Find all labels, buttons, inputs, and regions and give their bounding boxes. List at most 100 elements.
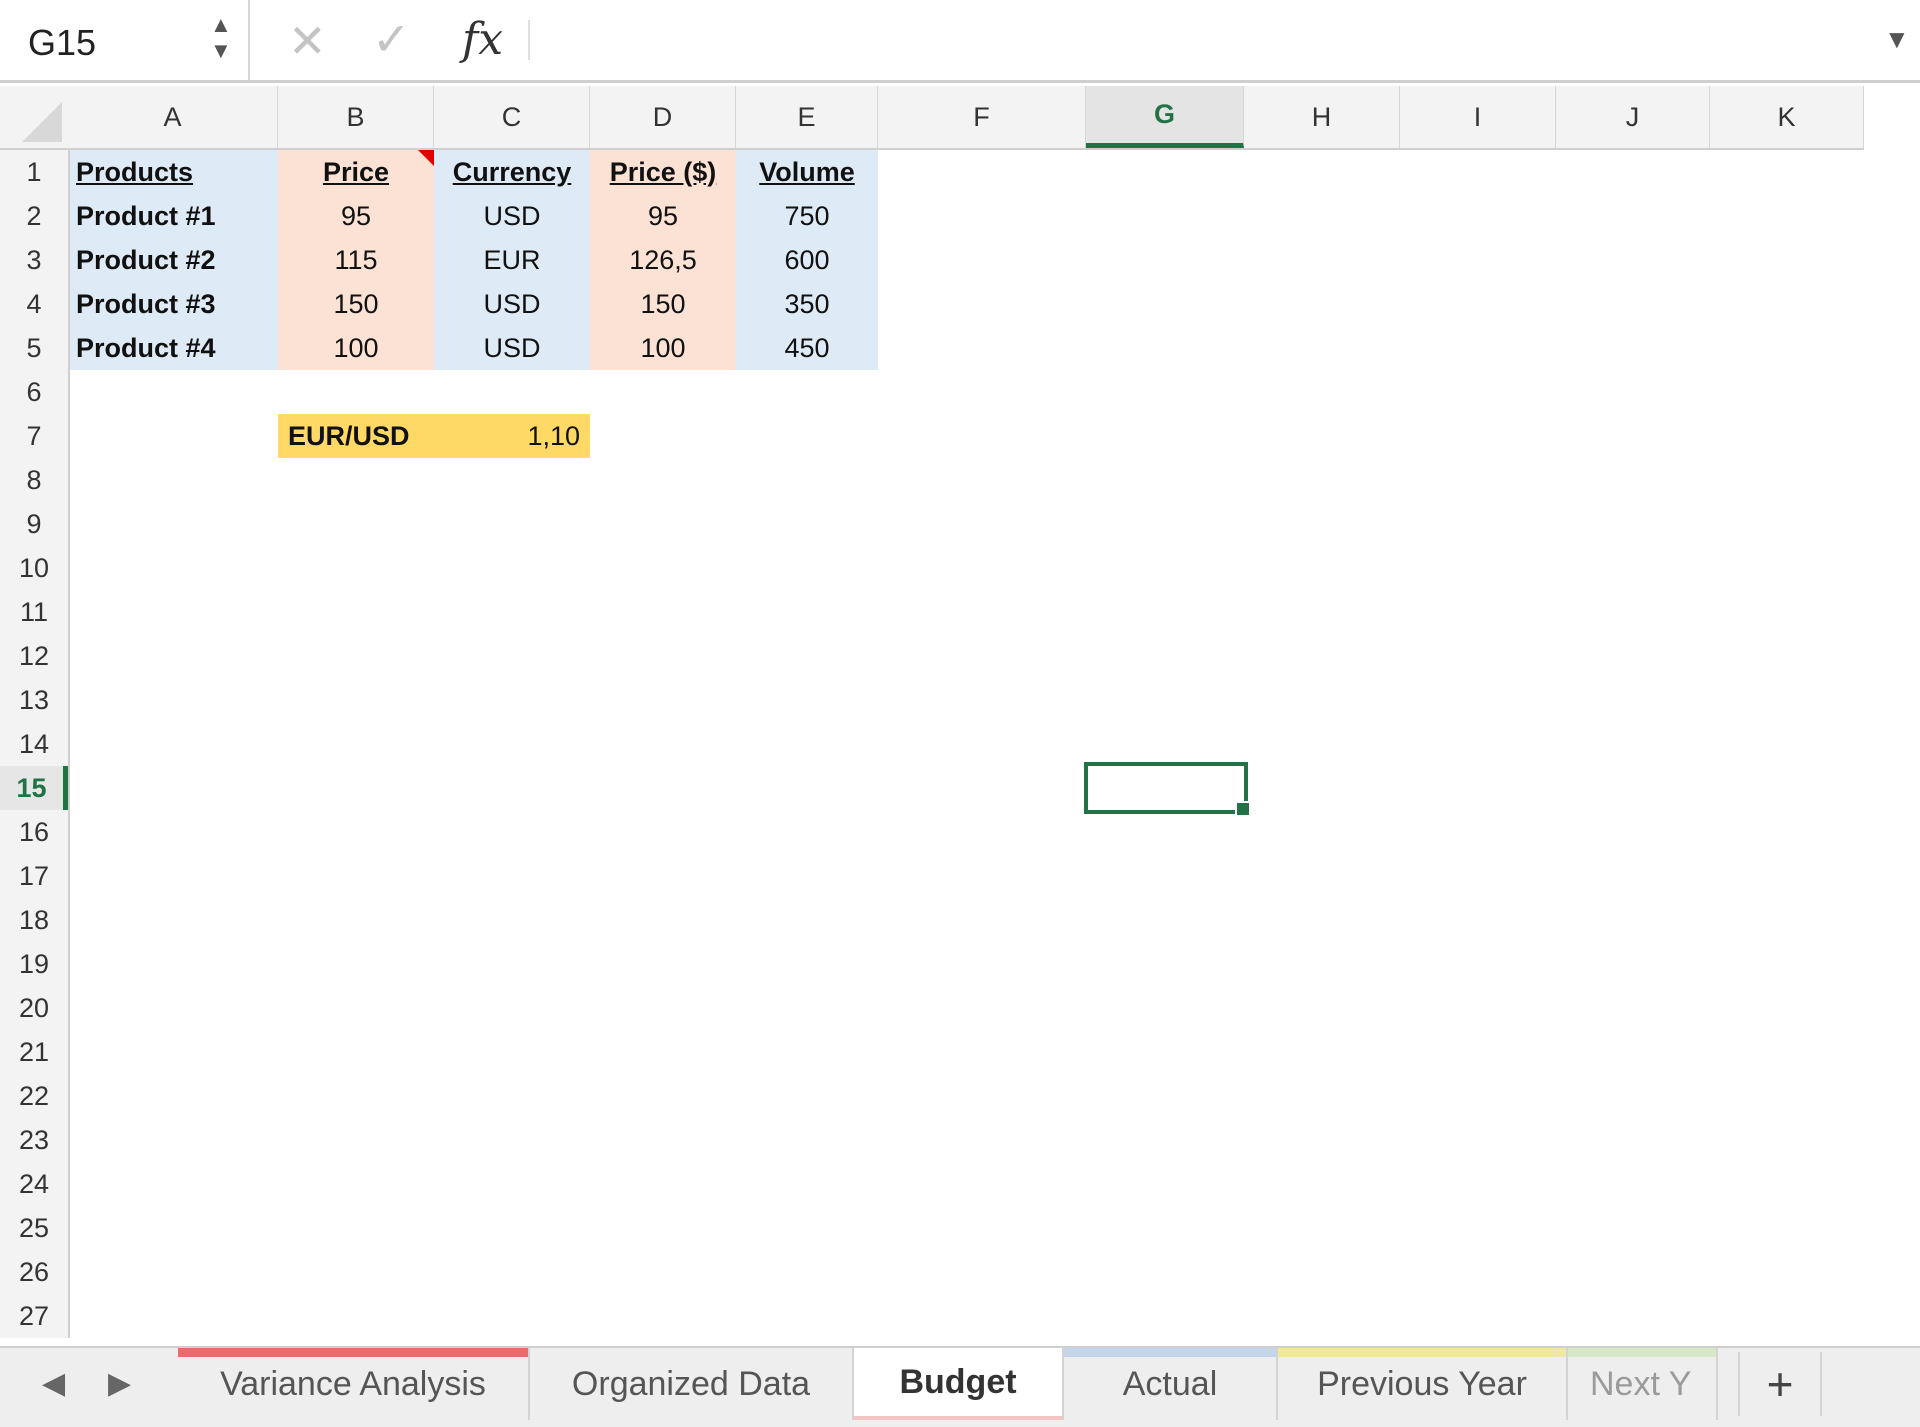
cell-b4[interactable]: 150 — [278, 282, 434, 326]
cell-e3[interactable]: 600 — [736, 238, 878, 282]
row-header-25[interactable]: 25 — [0, 1206, 68, 1250]
tab-color-stripe — [178, 1348, 528, 1357]
column-header-d[interactable]: D — [590, 86, 736, 148]
row-header-4[interactable]: 4 — [0, 282, 68, 326]
column-header-k[interactable]: K — [1710, 86, 1864, 148]
column-header-f[interactable]: F — [878, 86, 1086, 148]
formula-bar-divider — [528, 20, 530, 60]
row-header-12[interactable]: 12 — [0, 634, 68, 678]
name-box[interactable]: G15 ▲ ▼ — [0, 0, 250, 80]
column-header-e[interactable]: E — [736, 86, 878, 148]
row-header-7[interactable]: 7 — [0, 414, 68, 458]
cell-c3[interactable]: EUR — [434, 238, 590, 282]
row-header-21[interactable]: 21 — [0, 1030, 68, 1074]
cell-d2[interactable]: 95 — [590, 194, 736, 238]
formula-input[interactable] — [540, 14, 1864, 66]
row-header-23[interactable]: 23 — [0, 1118, 68, 1162]
row-header-1[interactable]: 1 — [0, 150, 68, 194]
row-header-19[interactable]: 19 — [0, 942, 68, 986]
row-header-2[interactable]: 2 — [0, 194, 68, 238]
tab-organized-data[interactable]: Organized Data — [530, 1348, 854, 1420]
cell-b5[interactable]: 100 — [278, 326, 434, 370]
row-header-9[interactable]: 9 — [0, 502, 68, 546]
row-header-22[interactable]: 22 — [0, 1074, 68, 1118]
cell-d3[interactable]: 126,5 — [590, 238, 736, 282]
expand-formula-bar-icon[interactable]: ▼ — [1884, 24, 1910, 55]
row-header-16[interactable]: 16 — [0, 810, 68, 854]
tab-budget[interactable]: Budget — [854, 1348, 1064, 1420]
tab-actual[interactable]: Actual — [1064, 1348, 1278, 1420]
column-header-g[interactable]: G — [1086, 86, 1244, 148]
cell-c7[interactable]: 1,10 — [434, 414, 590, 458]
row-header-14[interactable]: 14 — [0, 722, 68, 766]
column-header-h[interactable]: H — [1244, 86, 1400, 148]
cell-d5[interactable]: 100 — [590, 326, 736, 370]
row-header-5[interactable]: 5 — [0, 326, 68, 370]
cell-e2[interactable]: 750 — [736, 194, 878, 238]
cell-c1[interactable]: Currency — [434, 150, 590, 194]
tab-color-stripe — [1064, 1348, 1276, 1357]
name-box-spinner-icon[interactable]: ▲ ▼ — [210, 12, 232, 64]
tab-label: Budget — [899, 1362, 1017, 1401]
cell-b3[interactable]: 115 — [278, 238, 434, 282]
worksheet: A B C D E F G H I J K 1 2 3 4 5 6 7 8 9 10 11 12 13 1… — [0, 86, 1920, 1348]
cell-a1[interactable]: Products — [70, 150, 280, 194]
cell-c4[interactable]: USD — [434, 282, 590, 326]
cell-b2[interactable]: 95 — [278, 194, 434, 238]
active-cell-selection[interactable] — [1084, 762, 1251, 817]
cell-b7[interactable]: EUR/USD — [278, 414, 434, 458]
cell-grid[interactable]: Products Price Currency Price ($) Volume… — [70, 150, 1920, 1348]
column-header-b[interactable]: B — [278, 86, 434, 148]
cell-a2[interactable]: Product #1 — [70, 194, 278, 238]
cancel-icon[interactable]: ✕ — [288, 14, 327, 68]
row-header-3[interactable]: 3 — [0, 238, 68, 282]
name-box-value: G15 — [28, 22, 97, 63]
insert-function-icon[interactable]: fx — [462, 14, 503, 65]
row-header-18[interactable]: 18 — [0, 898, 68, 942]
column-header-j[interactable]: J — [1556, 86, 1710, 148]
cell-a3[interactable]: Product #2 — [70, 238, 278, 282]
column-header-a[interactable]: A — [68, 86, 278, 148]
row-header-8[interactable]: 8 — [0, 458, 68, 502]
row-header-24[interactable]: 24 — [0, 1162, 68, 1206]
cell-e4[interactable]: 350 — [736, 282, 878, 326]
cell-e1[interactable]: Volume — [736, 150, 878, 194]
row-header-13[interactable]: 13 — [0, 678, 68, 722]
prev-sheet-icon[interactable]: ◀ — [42, 1366, 65, 1401]
cell-b1[interactable]: Price — [278, 150, 434, 194]
sheet-tab-bar: ◀ ▶ Variance Analysis Organized Data Bud… — [0, 1346, 1920, 1427]
column-header-i[interactable]: I — [1400, 86, 1556, 148]
formula-bar: G15 ▲ ▼ ✕ ✓ fx ▼ — [0, 0, 1920, 83]
row-header-17[interactable]: 17 — [0, 854, 68, 898]
row-header-15[interactable]: 15 — [0, 766, 68, 810]
fill-handle[interactable] — [1235, 801, 1251, 817]
cell-b1-text: Price — [322, 156, 390, 187]
select-all-corner[interactable] — [0, 86, 69, 150]
row-header-10[interactable]: 10 — [0, 546, 68, 590]
tab-label: Organized Data — [571, 1364, 811, 1403]
cell-d1[interactable]: Price ($) — [590, 150, 736, 194]
row-header-20[interactable]: 20 — [0, 986, 68, 1030]
add-sheet-icon[interactable]: + — [1738, 1352, 1822, 1416]
row-header-11[interactable]: 11 — [0, 590, 68, 634]
tab-color-stripe — [1568, 1348, 1716, 1357]
next-sheet-icon[interactable]: ▶ — [108, 1366, 131, 1401]
cell-c2[interactable]: USD — [434, 194, 590, 238]
tab-label: Variance Analysis — [220, 1364, 486, 1403]
tab-next-year[interactable]: Next Y — [1568, 1348, 1718, 1420]
cell-c5[interactable]: USD — [434, 326, 590, 370]
enter-icon[interactable]: ✓ — [372, 12, 411, 66]
cell-a5[interactable]: Product #4 — [70, 326, 278, 370]
cell-e5[interactable]: 450 — [736, 326, 878, 370]
row-header-26[interactable]: 26 — [0, 1250, 68, 1294]
row-header-6[interactable]: 6 — [0, 370, 68, 414]
cell-a4[interactable]: Product #3 — [70, 282, 278, 326]
cell-d4[interactable]: 150 — [590, 282, 736, 326]
column-header-c[interactable]: C — [434, 86, 590, 148]
row-header-27[interactable]: 27 — [0, 1294, 68, 1338]
tab-color-stripe — [1278, 1348, 1566, 1357]
tab-variance-analysis[interactable]: Variance Analysis — [178, 1348, 530, 1420]
row-headers: 1 2 3 4 5 6 7 8 9 10 11 12 13 14 15 16 17 18 19 20 21 22 23 24 2… — [0, 150, 70, 1338]
tab-previous-year[interactable]: Previous Year — [1278, 1348, 1568, 1420]
comment-indicator-icon[interactable] — [418, 150, 434, 166]
